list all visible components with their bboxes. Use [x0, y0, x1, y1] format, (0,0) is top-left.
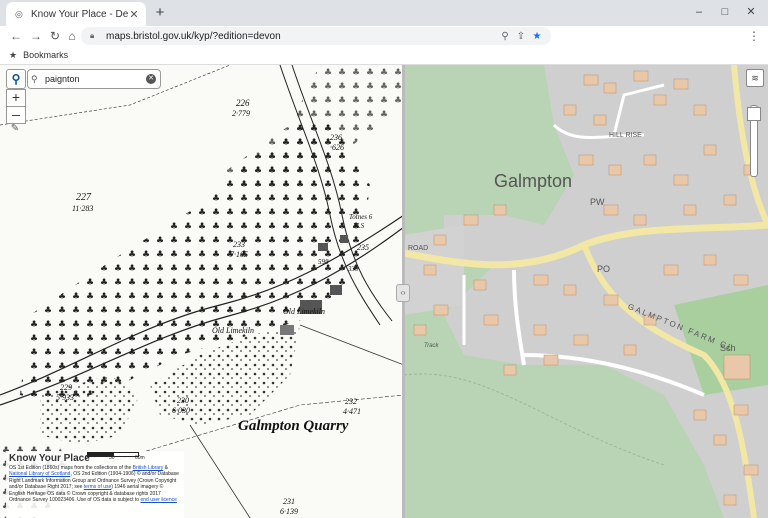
browser-menu-icon[interactable]: ⋮: [748, 28, 760, 44]
swipe-handle-icon[interactable]: ‹›: [396, 284, 410, 302]
nls-link[interactable]: National Library of Scotland: [9, 471, 70, 477]
search-icon: ⚲: [31, 73, 38, 84]
parcel-227: 227: [76, 192, 91, 203]
tab-know-your-place[interactable]: ◎ Know Your Place - Devon ✕: [6, 2, 146, 26]
milestone-ms: M.S: [353, 222, 365, 230]
label-track: Track: [424, 343, 439, 349]
maximize-button[interactable]: □: [714, 3, 736, 21]
bookmarks-star-icon: ★: [9, 49, 18, 60]
back-arrow-icon[interactable]: ←: [8, 28, 24, 44]
address-bar[interactable]: 🔒︎ maps.bristol.gov.uk/kyp/?edition=devo…: [81, 27, 551, 45]
zoom-in-button[interactable]: +: [6, 89, 26, 107]
modern-map-pane[interactable]: Galmpton HILL RISE PW PO Sch GALMPTON FA…: [404, 65, 768, 518]
zoom-out-button[interactable]: –: [6, 106, 26, 124]
map-viewer[interactable]: ♣: [0, 65, 768, 518]
scale-bar: 0 30 60m: [85, 452, 167, 461]
tab-title: Know Your Place - Devon: [31, 8, 128, 20]
new-tab-button[interactable]: +: [152, 5, 168, 21]
parcel-339: 339: [348, 265, 359, 273]
bookmark-star-icon[interactable]: ★: [529, 31, 545, 42]
reload-icon[interactable]: ↻: [47, 28, 63, 44]
parcel-236-area: ·626: [330, 143, 344, 152]
parcel-233: 233: [233, 240, 245, 249]
layers-icon[interactable]: ≋: [746, 69, 764, 87]
place-galmpton: Galmpton: [494, 171, 573, 191]
parcel-231-area: 6·139: [280, 507, 298, 516]
parcel-226-area: 2·779: [232, 109, 250, 118]
tab-strip: ◎ Know Your Place - Devon ✕ + – □ ✕: [0, 0, 768, 26]
milestone-totnes: Totnes 6: [349, 213, 373, 221]
share-icon[interactable]: ⇪: [513, 31, 529, 42]
bookmarks-bar: ★ Bookmarks: [0, 46, 768, 65]
parcel-598: 598: [318, 258, 329, 266]
end-user-licence-link[interactable]: end user licence: [140, 497, 176, 503]
modern-map-drawing: [404, 65, 768, 518]
place-search-box[interactable]: ⚲ paignton ✕: [27, 69, 161, 89]
parcel-230: 230: [177, 396, 189, 405]
bookmarks-label[interactable]: Bookmarks: [23, 50, 68, 60]
parcel-231: 231: [283, 497, 295, 506]
terms-of-use-link[interactable]: terms of use: [84, 484, 112, 490]
parcel-229: 229: [60, 383, 72, 392]
minimize-button[interactable]: –: [688, 3, 710, 21]
parcel-236: 236: [330, 133, 342, 142]
street-hill-rise: HILL RISE: [609, 132, 642, 139]
location-icon[interactable]: ⚲: [497, 31, 513, 42]
globe-icon: ◎: [15, 9, 23, 19]
opacity-slider-thumb[interactable]: [747, 107, 761, 121]
forward-arrow-icon[interactable]: →: [28, 28, 44, 44]
label-pw: PW: [590, 197, 605, 207]
lock-icon[interactable]: 🔒︎: [90, 31, 100, 41]
old-limekiln-1: Old Limekiln: [283, 307, 325, 316]
tab-close-icon[interactable]: ✕: [128, 8, 140, 21]
attribution-box: Know Your Place OS 1st Edition (1860s) m…: [6, 451, 184, 518]
scale-label-60: 60m: [135, 455, 145, 461]
parcel-233-area: 7·105: [230, 250, 248, 259]
parcel-229-area: 5·933: [56, 393, 74, 402]
ruler-icon[interactable]: ✎: [6, 123, 24, 137]
old-limekiln-2: Old Limekiln: [212, 326, 254, 335]
parcel-230-area: 6·030: [172, 406, 190, 415]
street-road: ROAD: [408, 245, 429, 252]
browser-window: ◎ Know Your Place - Devon ✕ + – □ ✕ ← → …: [0, 0, 768, 518]
historic-map-pane[interactable]: ♣: [0, 65, 404, 518]
search-input[interactable]: paignton: [45, 74, 146, 84]
parcel-232-area: 4·471: [343, 407, 361, 416]
parcel-232: 232: [345, 397, 357, 406]
label-po: PO: [597, 264, 611, 274]
close-window-button[interactable]: ✕: [740, 3, 762, 21]
parcel-227-area: 11·283: [72, 204, 94, 213]
browser-toolbar: ← → ↻ ⌂ 🔒︎ maps.bristol.gov.uk/kyp/?edit…: [0, 26, 768, 46]
clear-search-icon[interactable]: ✕: [146, 74, 156, 84]
home-icon[interactable]: ⌂: [64, 28, 80, 44]
parcel-226: 226: [236, 98, 250, 108]
scale-label-0: 0: [85, 455, 88, 461]
galmpton-quarry: Galmpton Quarry: [238, 418, 349, 434]
scale-label-30: 30: [109, 455, 115, 461]
parcel-235: 235: [357, 243, 369, 252]
search-toggle-icon[interactable]: ⚲: [6, 69, 26, 89]
url-text[interactable]: maps.bristol.gov.uk/kyp/?edition=devon: [106, 31, 497, 42]
